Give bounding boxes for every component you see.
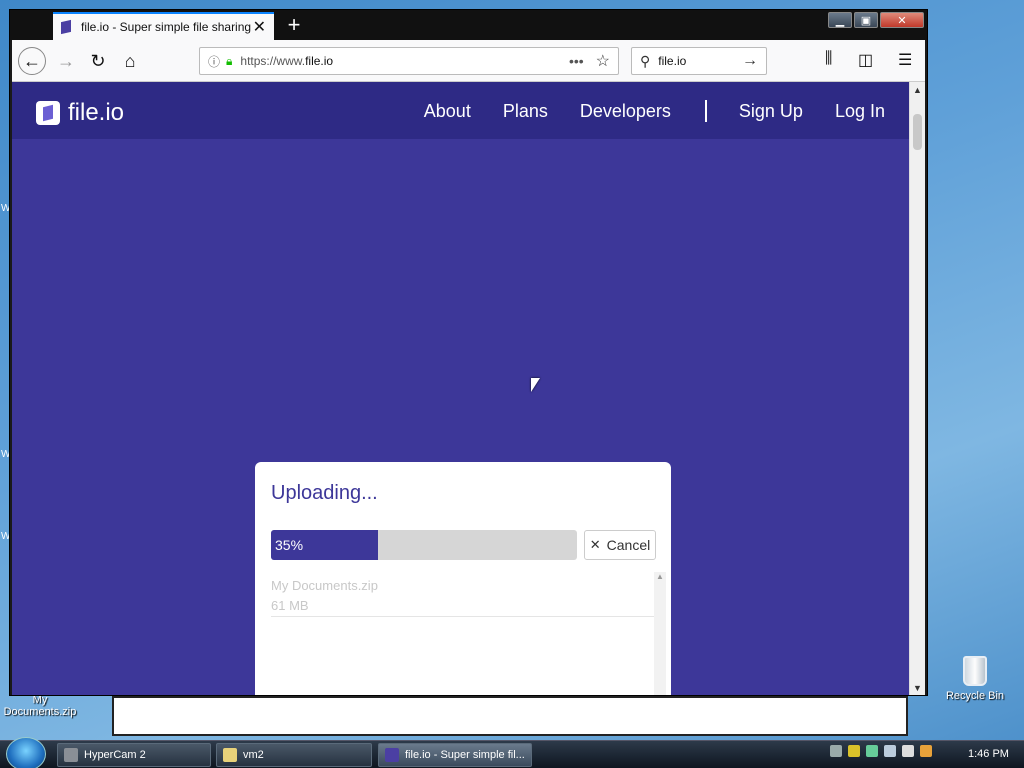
logo-text: file.io — [68, 99, 125, 126]
scroll-down-arrow-icon[interactable]: ▼ — [913, 683, 922, 693]
hypercam-icon — [64, 748, 78, 762]
nav-about[interactable]: About — [424, 101, 471, 122]
url-bar[interactable]: ⓘ 🔒︎ https://www.file.io ••• ☆ — [199, 47, 619, 75]
url-prefix: https://www. — [240, 54, 306, 68]
file-io-logo-icon — [36, 101, 60, 125]
reload-button[interactable]: ↻ — [84, 47, 112, 75]
file-list: My Documents.zip 61 MB — [271, 572, 655, 695]
search-input[interactable]: file.io — [658, 54, 742, 68]
hamburger-menu-icon[interactable]: ☰ — [898, 50, 912, 70]
browser-icon — [385, 748, 399, 762]
search-bar[interactable]: ⚲ file.io → — [631, 47, 767, 75]
favicon-icon — [61, 19, 71, 35]
taskbar-item-hypercam[interactable]: HyperCam 2 — [57, 743, 211, 767]
upload-dialog: Uploading... 35% ✕ Cancel My Documents.z… — [255, 462, 671, 695]
progress-label: 35% — [275, 537, 304, 553]
upload-progress-bar: 35% — [271, 530, 577, 560]
site-logo[interactable]: file.io — [36, 99, 124, 127]
shield-icon[interactable] — [848, 745, 860, 757]
search-tray-icon[interactable] — [920, 745, 932, 757]
background-window[interactable] — [112, 696, 908, 736]
desktop-icon-label: My Documents.zip — [3, 694, 77, 718]
cancel-label: Cancel — [606, 537, 651, 553]
nav-divider — [704, 100, 707, 122]
scrollbar-thumb[interactable] — [913, 114, 922, 150]
taskbar-item-label: vm2 — [243, 749, 264, 761]
tab-strip: file.io - Super simple file sharing ✕ + … — [10, 10, 927, 40]
nav-log-in[interactable]: Log In — [835, 101, 885, 122]
cancel-button[interactable]: ✕ Cancel — [584, 530, 656, 560]
close-window-button[interactable]: ✕ — [880, 12, 924, 28]
site-header: file.io About Plans Developers Sign Up L… — [12, 82, 909, 139]
upload-title: Uploading... — [271, 482, 378, 504]
page-viewport: file.io About Plans Developers Sign Up L… — [12, 82, 909, 695]
page-actions-icon[interactable]: ••• — [569, 53, 584, 69]
folder-icon — [223, 748, 237, 762]
maximize-button[interactable]: ▣ — [854, 12, 878, 28]
url-domain: file.io — [305, 54, 334, 68]
sidebar-icon[interactable]: ◫ — [858, 50, 873, 70]
taskbar: HyperCam 2 vm2 file.io - Super simple fi… — [0, 737, 1024, 768]
taskbar-item-label: HyperCam 2 — [84, 749, 146, 761]
network-icon[interactable] — [866, 745, 878, 757]
clock[interactable]: 1:46 PM — [968, 748, 1009, 760]
file-list-scrollbar[interactable]: ▲ — [654, 572, 666, 695]
taskbar-item-label: file.io - Super simple fil... — [405, 749, 525, 761]
close-icon: ✕ — [589, 537, 601, 552]
display-icon[interactable] — [884, 745, 896, 757]
taskbar-item-vm2[interactable]: vm2 — [216, 743, 372, 767]
list-item: My Documents.zip 61 MB — [271, 572, 655, 617]
recycle-bin-icon — [963, 656, 987, 686]
tab-title: file.io - Super simple file sharing — [81, 20, 252, 34]
bookmark-star-icon[interactable]: ☆ — [596, 51, 610, 71]
site-nav: About Plans Developers Sign Up Log In — [392, 100, 885, 122]
tab-file-io[interactable]: file.io - Super simple file sharing ✕ — [53, 12, 274, 40]
file-name: My Documents.zip — [271, 578, 378, 593]
progress-fill: 35% — [271, 530, 379, 560]
page-scrollbar[interactable]: ▲ ▼ — [909, 82, 925, 695]
nav-sign-up[interactable]: Sign Up — [739, 101, 803, 122]
keyboard-icon[interactable] — [830, 745, 842, 757]
lock-icon[interactable]: 🔒︎ — [226, 54, 232, 69]
desktop-icon-label: Recycle Bin — [945, 690, 1005, 702]
search-icon: ⚲ — [640, 52, 651, 69]
taskbar-item-browser[interactable]: file.io - Super simple fil... — [378, 743, 532, 767]
url-text[interactable]: https://www.file.io — [240, 54, 569, 68]
library-icon[interactable]: ⫼ — [825, 50, 832, 68]
nav-plans[interactable]: Plans — [503, 101, 548, 122]
search-go-icon[interactable]: → — [742, 52, 758, 70]
volume-icon[interactable] — [902, 745, 914, 757]
system-tray — [830, 745, 932, 757]
new-tab-button[interactable]: + — [282, 12, 306, 38]
file-size: 61 MB — [271, 598, 309, 613]
browser-window: file.io - Super simple file sharing ✕ + … — [9, 9, 928, 696]
info-icon[interactable]: ⓘ — [208, 53, 220, 70]
minimize-button[interactable]: ▁ — [828, 12, 852, 28]
scroll-up-arrow-icon[interactable]: ▲ — [913, 85, 922, 95]
mouse-cursor-icon — [531, 378, 540, 392]
close-tab-icon[interactable]: ✕ — [253, 17, 266, 37]
home-button[interactable]: ⌂ — [116, 47, 144, 75]
start-button[interactable] — [6, 737, 46, 768]
forward-button[interactable]: → — [52, 47, 80, 75]
back-button[interactable]: ← — [18, 47, 46, 75]
desktop-icon-recycle-bin[interactable]: Recycle Bin — [940, 656, 1010, 702]
nav-developers[interactable]: Developers — [580, 101, 671, 122]
desktop-icon-my-documents[interactable]: My Documents.zip — [0, 694, 80, 718]
scroll-up-icon[interactable]: ▲ — [654, 572, 666, 581]
browser-toolbar: ← → ↻ ⌂ ⓘ 🔒︎ https://www.file.io ••• ☆ ⚲… — [12, 40, 925, 82]
